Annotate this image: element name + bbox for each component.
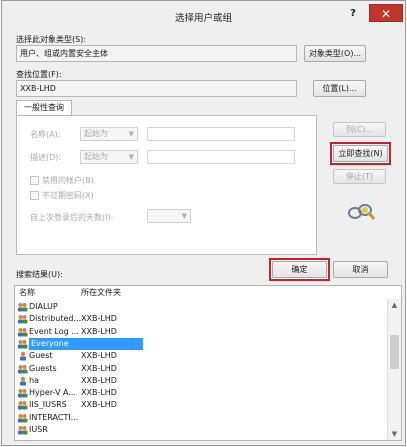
- list-item[interactable]: Guests XXB-LHD: [15, 363, 385, 375]
- vertical-scrollbar[interactable]: ▲ ▼: [387, 299, 401, 440]
- user-icon: [17, 351, 28, 361]
- columns-button[interactable]: 列(C)...: [333, 122, 386, 137]
- group-icon: [17, 425, 28, 435]
- list-item[interactable]: DIALUP: [15, 301, 385, 313]
- result-folder: XXB-LHD: [81, 375, 117, 385]
- location-field: XXB-LHD: [16, 80, 297, 97]
- list-item[interactable]: IUSR: [15, 424, 385, 436]
- group-icon: [17, 388, 28, 398]
- column-header-folder[interactable]: 所在文件夹: [81, 286, 121, 299]
- common-queries-panel: 名称(A): 起始为 ▼ 描述(D): 起始为 ▼ 禁用的帐户(B) 不过期密码…: [16, 115, 317, 255]
- chevron-down-icon: ▼: [181, 212, 187, 220]
- non-expiring-password-checkbox[interactable]: [30, 191, 39, 200]
- result-name: Event Log ...: [29, 326, 79, 336]
- list-item[interactable]: IIS_IUSRS XXB-LHD: [15, 399, 385, 411]
- close-button[interactable]: ✕: [369, 4, 403, 22]
- chevron-down-icon: ▼: [128, 130, 134, 138]
- group-icon: [17, 327, 28, 337]
- list-item[interactable]: INTERACTI...: [15, 412, 385, 424]
- object-type-label: 选择此对象类型(S):: [16, 35, 87, 44]
- name-match-select[interactable]: 起始为 ▼: [80, 127, 138, 141]
- result-name: Distributed...: [29, 314, 82, 324]
- non-expiring-password-label: 不过期密码(X): [42, 191, 94, 200]
- result-folder: XXB-LHD: [81, 388, 117, 398]
- select-users-dialog: 选择用户或组 ? ✕ 选择此对象类型(S): 用户、组或内置安全主体 对象类型(…: [1, 0, 406, 446]
- list-item[interactable]: Hyper-V A... XXB-LHD: [15, 387, 385, 399]
- group-icon: [17, 413, 28, 423]
- list-item[interactable]: Everyone: [15, 337, 385, 350]
- locations-button[interactable]: 位置(L)...: [313, 80, 366, 97]
- list-item[interactable]: Event Log ... XXB-LHD: [15, 326, 385, 338]
- scroll-up-icon[interactable]: ▲: [388, 299, 401, 311]
- object-types-button[interactable]: 对象类型(O)...: [304, 45, 366, 62]
- description-input[interactable]: [147, 150, 295, 164]
- search-results-list[interactable]: 名称 所在文件夹 DIALUP Distributed... XXB-LHD Even…: [14, 285, 402, 441]
- result-folder: XXB-LHD: [81, 351, 117, 361]
- name-label: 名称(A):: [30, 130, 61, 139]
- result-name: Guests: [29, 363, 57, 373]
- result-folder: XXB-LHD: [81, 314, 117, 324]
- cancel-button[interactable]: 取消: [333, 261, 388, 278]
- result-name: Guest: [29, 351, 53, 361]
- help-button[interactable]: ?: [343, 6, 363, 22]
- result-name: IIS_IUSRS: [29, 400, 67, 410]
- name-input[interactable]: [147, 127, 295, 141]
- description-label: 描述(D):: [30, 153, 62, 162]
- search-results-label: 搜索结果(U):: [16, 270, 63, 279]
- disabled-accounts-label: 禁用的帐户(B): [42, 176, 94, 185]
- scroll-down-icon[interactable]: ▼: [388, 428, 401, 440]
- days-since-logon-label: 自上次登录后的天数(I):: [30, 213, 114, 222]
- tab-common-queries[interactable]: 一般性查询: [16, 100, 72, 116]
- name-match-value: 起始为: [84, 129, 108, 138]
- search-people-icon: [348, 204, 375, 220]
- result-name: INTERACTI...: [29, 412, 79, 422]
- group-icon: [17, 314, 28, 324]
- user-icon: [17, 376, 28, 386]
- group-icon: [17, 364, 28, 374]
- result-name: ha: [29, 375, 39, 385]
- list-item[interactable]: ha XXB-LHD: [15, 375, 385, 387]
- scrollbar-thumb[interactable]: [390, 335, 399, 369]
- result-name: DIALUP: [29, 302, 58, 311]
- description-match-value: 起始为: [84, 152, 108, 161]
- stop-button[interactable]: 停止(T): [333, 169, 386, 184]
- result-name: Hyper-V A...: [29, 388, 76, 398]
- group-icon: [17, 339, 28, 349]
- description-match-select[interactable]: 起始为 ▼: [80, 150, 138, 164]
- group-icon: [17, 400, 28, 410]
- result-name: Everyone: [29, 337, 143, 350]
- list-item[interactable]: Distributed... XXB-LHD: [15, 313, 385, 325]
- ok-button[interactable]: 确定: [272, 261, 327, 278]
- column-header-name[interactable]: 名称: [19, 286, 35, 299]
- location-label: 查找位置(F):: [16, 70, 62, 79]
- result-folder: XXB-LHD: [81, 326, 117, 336]
- find-now-button[interactable]: 立即查找(N): [333, 145, 388, 162]
- disabled-accounts-checkbox[interactable]: [30, 176, 39, 185]
- title-bar: 选择用户或组 ? ✕: [2, 1, 405, 29]
- result-folder: XXB-LHD: [81, 400, 117, 410]
- group-icon: [17, 302, 28, 312]
- days-since-logon-select[interactable]: ▼: [147, 209, 191, 223]
- chevron-down-icon: ▼: [128, 153, 134, 161]
- object-type-field: 用户、组或内置安全主体: [16, 45, 297, 62]
- result-name: IUSR: [29, 425, 48, 434]
- result-folder: XXB-LHD: [81, 363, 117, 373]
- list-item[interactable]: Guest XXB-LHD: [15, 350, 385, 362]
